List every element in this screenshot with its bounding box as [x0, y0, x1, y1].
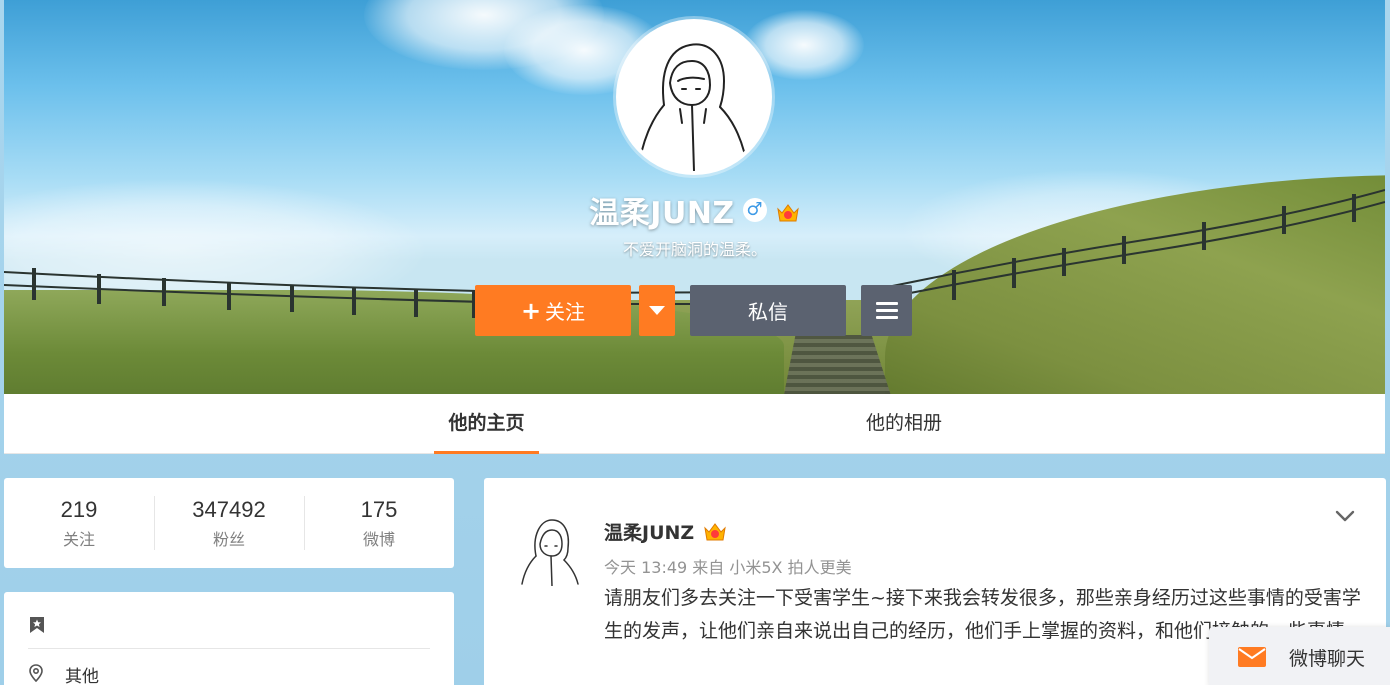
message-button[interactable]: 私信 — [690, 285, 846, 336]
post-avatar[interactable] — [518, 514, 582, 586]
post-author[interactable]: 温柔JUNZ — [604, 518, 694, 545]
stat-label: 粉丝 — [212, 530, 245, 549]
message-label: 私信 — [748, 300, 788, 324]
profile-bio: 不爱开脑洞的温柔。 — [622, 240, 767, 259]
follow-button[interactable]: + 关注 — [475, 285, 631, 336]
location-text: 其他 — [65, 667, 99, 685]
stat-value: 347492 — [192, 497, 266, 522]
stat-following[interactable]: 219 关注 — [4, 478, 154, 568]
stat-value: 175 — [360, 497, 398, 522]
vip-crown-icon[interactable] — [775, 198, 801, 222]
stat-value: 219 — [60, 497, 98, 522]
location-pin-icon — [29, 664, 43, 682]
profile-tabbar: 他的主页 他的相册 — [4, 394, 1385, 454]
male-icon: ♂ — [742, 198, 767, 222]
tab-album[interactable]: 他的相册 — [844, 394, 964, 454]
plus-icon: + — [520, 296, 542, 325]
profile-avatar[interactable] — [616, 19, 772, 175]
vip-crown-icon[interactable] — [702, 520, 728, 544]
weibo-chat-bar[interactable]: 微博聊天 — [1209, 627, 1390, 685]
tab-home[interactable]: 他的主页 — [434, 394, 539, 454]
post-author-row: 温柔JUNZ — [604, 518, 728, 545]
profile-name-row: 温柔JUNZ ♂ — [0, 188, 1390, 232]
stat-label: 微博 — [362, 530, 395, 549]
profile-info-card: 其他 — [4, 592, 454, 685]
stat-followers[interactable]: 347492 粉丝 — [154, 478, 304, 568]
caret-down-icon — [649, 306, 665, 315]
more-menu-button[interactable] — [861, 285, 912, 336]
post-meta: 今天 13:49 来自 小米5X 拍人更美 — [604, 558, 852, 577]
bookmark-star-icon — [30, 617, 44, 633]
follow-dropdown-button[interactable] — [639, 285, 675, 336]
stat-label: 关注 — [62, 530, 95, 549]
hamburger-menu-icon — [875, 302, 898, 305]
follow-label: 关注 — [545, 300, 586, 324]
chat-label: 微博聊天 — [1289, 647, 1366, 670]
chevron-down-icon[interactable] — [1334, 508, 1356, 524]
stat-posts[interactable]: 175 微博 — [304, 478, 454, 568]
profile-stats: 219 关注 347492 粉丝 175 微博 — [4, 478, 454, 568]
mail-icon — [1238, 647, 1266, 667]
profile-name: 温柔JUNZ — [589, 196, 735, 231]
